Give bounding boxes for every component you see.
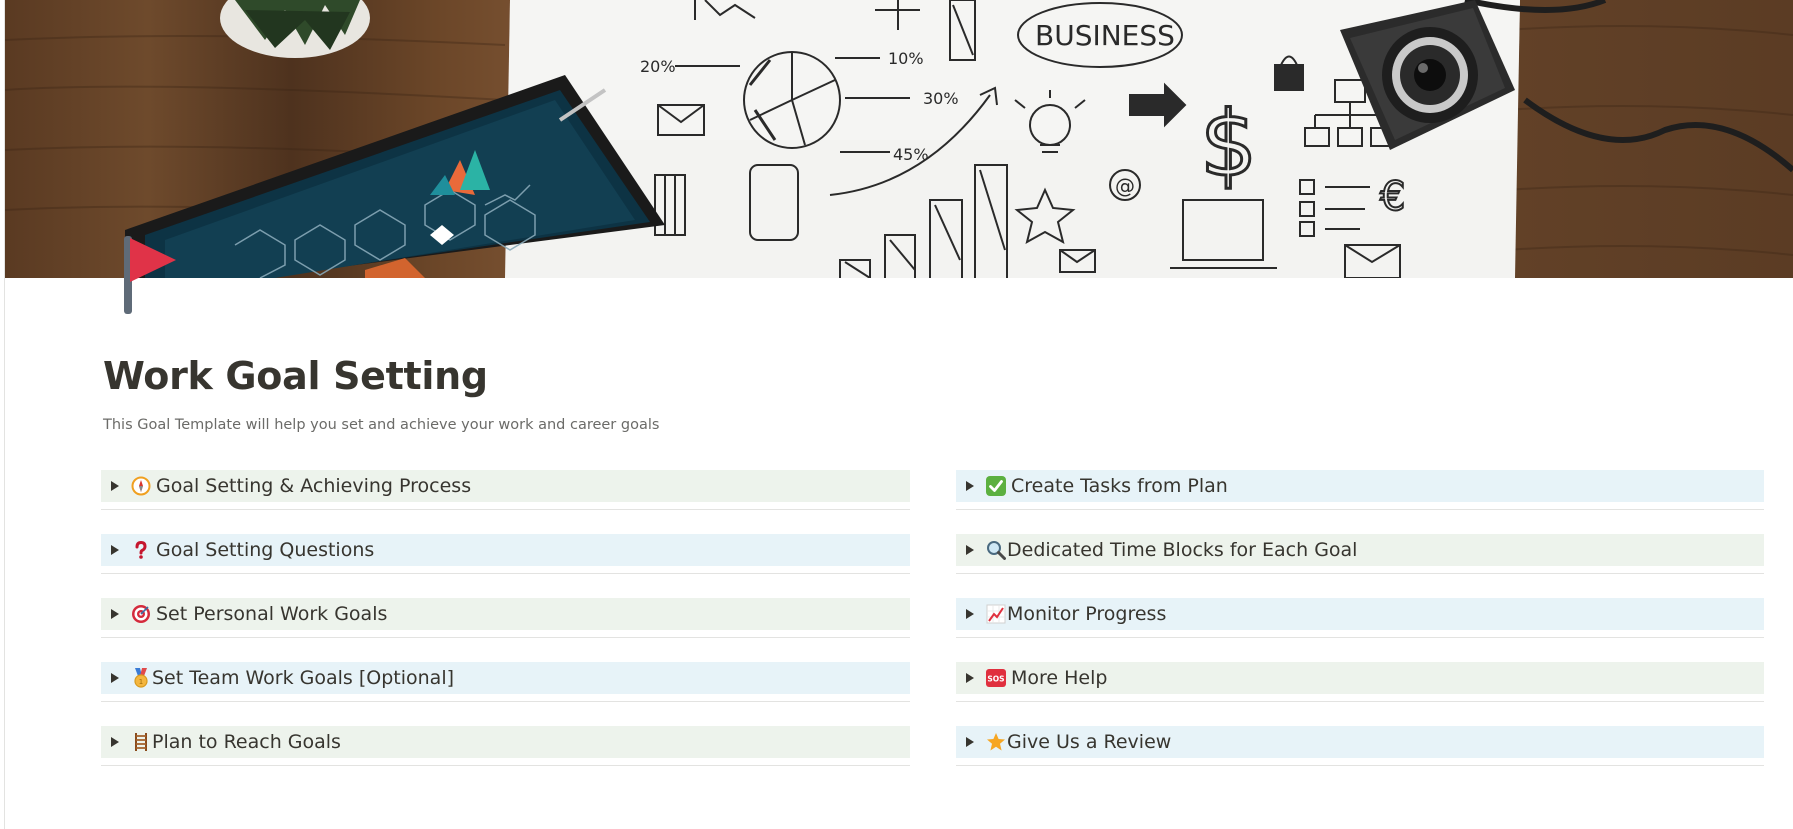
toggle-goal-setting-process[interactable]: Goal Setting & Achieving Process (101, 470, 910, 534)
sos-icon: SOS (985, 667, 1007, 689)
toggle-give-us-a-review[interactable]: Give Us a Review (956, 726, 1764, 790)
toggle-monitor-progress[interactable]: Monitor Progress (956, 598, 1764, 662)
svg-text:BUSINESS: BUSINESS (1035, 19, 1175, 52)
compass-icon (130, 475, 152, 497)
toggle-label: Goal Setting & Achieving Process (156, 475, 472, 497)
toggle-header[interactable]: 1 Set Team Work Goals [Optional] (101, 662, 910, 694)
ladder-icon (130, 731, 152, 753)
toggle-arrow-icon[interactable] (964, 545, 975, 556)
toggle-goal-setting-questions[interactable]: Goal Setting Questions (101, 534, 910, 598)
plant-decoration (220, 0, 370, 58)
toggle-header[interactable]: Give Us a Review (956, 726, 1764, 758)
toggle-arrow-icon[interactable] (109, 481, 120, 492)
toggle-header[interactable]: Dedicated Time Blocks for Each Goal (956, 534, 1764, 566)
svg-text:$: $ (1200, 92, 1257, 197)
svg-text:SOS: SOS (987, 675, 1004, 684)
divider (101, 765, 910, 766)
toggle-arrow-icon[interactable] (109, 609, 120, 620)
page-subtitle: This Goal Template will help you set and… (103, 417, 660, 433)
question-mark-icon (130, 539, 152, 561)
divider (101, 509, 910, 510)
medal-icon: 1 (130, 667, 152, 689)
toggle-label: Plan to Reach Goals (152, 731, 341, 753)
svg-text:10%: 10% (888, 49, 924, 68)
toggle-label: Set Personal Work Goals (156, 603, 388, 625)
star-icon (985, 731, 1007, 753)
toggle-arrow-icon[interactable] (109, 545, 120, 556)
toggle-label: Create Tasks from Plan (1011, 475, 1228, 497)
toggle-header[interactable]: Create Tasks from Plan (956, 470, 1764, 502)
toggle-header[interactable]: Plan to Reach Goals (101, 726, 910, 758)
divider (956, 573, 1764, 574)
divider (956, 509, 1764, 510)
red-flag-icon[interactable] (122, 234, 182, 314)
toggle-label: Give Us a Review (1007, 731, 1172, 753)
toggle-header[interactable]: SOS More Help (956, 662, 1764, 694)
toggle-header[interactable]: Set Personal Work Goals (101, 598, 910, 630)
toggle-create-tasks-from-plan[interactable]: Create Tasks from Plan (956, 470, 1764, 534)
toggle-column-right: Create Tasks from Plan Dedicated Time Bl… (956, 470, 1764, 790)
toggle-label: Monitor Progress (1007, 603, 1167, 625)
svg-text:1: 1 (139, 678, 143, 686)
toggle-arrow-icon[interactable] (109, 737, 120, 748)
toggle-arrow-icon[interactable] (964, 609, 975, 620)
svg-text:30%: 30% (923, 89, 959, 108)
toggle-header[interactable]: Goal Setting Questions (101, 534, 910, 566)
toggle-arrow-icon[interactable] (109, 673, 120, 684)
divider (101, 573, 910, 574)
toggle-column-left: Goal Setting & Achieving Process Goal Se… (101, 470, 910, 790)
toggle-header[interactable]: Monitor Progress (956, 598, 1764, 630)
divider (956, 765, 1764, 766)
svg-text:@: @ (1115, 174, 1135, 198)
target-icon (130, 603, 152, 625)
check-mark-icon (985, 475, 1007, 497)
toggle-plan-to-reach-goals[interactable]: Plan to Reach Goals (101, 726, 910, 790)
cover-illustration: BUSINESS 10% 30% 45% 20% $ @ € (5, 0, 1793, 278)
svg-text:20%: 20% (640, 57, 676, 76)
toggle-header[interactable]: Goal Setting & Achieving Process (101, 470, 910, 502)
svg-text:€: € (1380, 174, 1405, 220)
toggle-label: Goal Setting Questions (156, 539, 375, 561)
toggle-dedicated-time-blocks[interactable]: Dedicated Time Blocks for Each Goal (956, 534, 1764, 598)
page-title[interactable]: Work Goal Setting (103, 354, 488, 398)
magnifier-icon (985, 539, 1007, 561)
toggle-label: More Help (1011, 667, 1108, 689)
divider (956, 701, 1764, 702)
toggle-arrow-icon[interactable] (964, 737, 975, 748)
toggle-set-team-work-goals[interactable]: 1 Set Team Work Goals [Optional] (101, 662, 910, 726)
chart-up-icon (985, 603, 1007, 625)
toggle-set-personal-work-goals[interactable]: Set Personal Work Goals (101, 598, 910, 662)
toggle-arrow-icon[interactable] (964, 481, 975, 492)
toggle-arrow-icon[interactable] (964, 673, 975, 684)
toggle-label: Set Team Work Goals [Optional] (152, 667, 455, 689)
divider (101, 701, 910, 702)
cover-image[interactable]: BUSINESS 10% 30% 45% 20% $ @ € (5, 0, 1793, 278)
divider (101, 637, 910, 638)
toggle-label: Dedicated Time Blocks for Each Goal (1007, 539, 1358, 561)
divider (956, 637, 1764, 638)
toggle-more-help[interactable]: SOS More Help (956, 662, 1764, 726)
